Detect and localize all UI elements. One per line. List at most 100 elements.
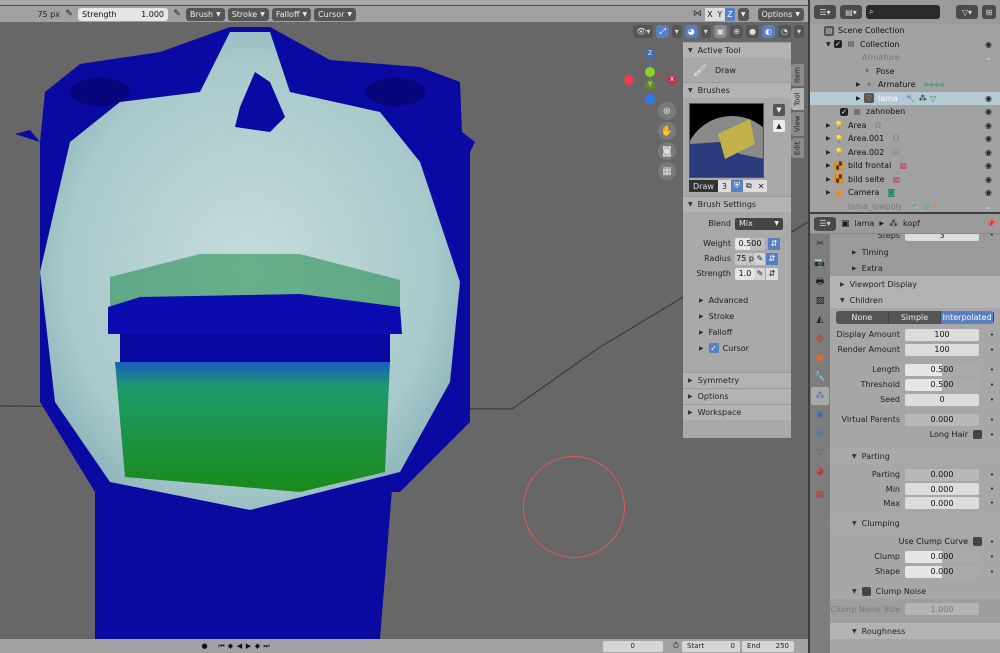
- outliner-row-lama-lowpoly[interactable]: ▽ lama_lowpoly 🔧 ▽ ✶ ⌄: [810, 200, 1000, 214]
- jump-end-icon[interactable]: ⏭: [262, 641, 271, 651]
- keyframe-dot[interactable]: •: [990, 553, 994, 561]
- strength-field[interactable]: Strength 1.000: [78, 7, 168, 21]
- visibility-eye-icon[interactable]: ◉: [985, 107, 992, 116]
- keyframe-dot[interactable]: •: [990, 568, 994, 576]
- blend-dropdown[interactable]: Mix ▼: [735, 217, 783, 230]
- active-tool-row[interactable]: 🖌 Draw: [683, 58, 791, 82]
- outliner-row-zahnoben[interactable]: ✓ ▤ zahnoben ◉: [810, 105, 1000, 119]
- clump-noise-subpanel[interactable]: ▼ Clump Noise: [830, 583, 1000, 599]
- parting-slider[interactable]: 0.000: [905, 468, 979, 481]
- next-keyframe-icon[interactable]: ◆: [253, 641, 262, 651]
- shading-solid[interactable]: ●: [746, 25, 760, 38]
- expand-arrow-icon[interactable]: ▶: [826, 149, 834, 156]
- subpanel-falloff[interactable]: ▶ Falloff: [683, 324, 791, 340]
- outliner-row-area-001[interactable]: ▶ 💡 Area.001 ⚇ ◉: [810, 132, 1000, 146]
- subpanel-cursor[interactable]: ▶ ✓ Cursor: [683, 340, 791, 356]
- shading-rendered[interactable]: ◔: [778, 25, 791, 38]
- expand-arrow-icon[interactable]: ▶: [856, 95, 864, 102]
- shading-material[interactable]: ◐: [762, 25, 775, 38]
- camera-icon[interactable]: ◙: [658, 142, 676, 160]
- parting-min-field[interactable]: 0.000: [905, 483, 979, 495]
- roughness-subpanel[interactable]: ▼ Roughness: [830, 623, 1000, 639]
- use-clump-curve-checkbox[interactable]: [973, 537, 982, 546]
- display-amount-field[interactable]: 100: [905, 328, 979, 341]
- options-header[interactable]: ▶ Options: [683, 388, 791, 404]
- navigation-gizmo[interactable]: Z X Y: [620, 47, 680, 107]
- steps-field[interactable]: 3: [905, 234, 979, 241]
- unlink-brush-icon[interactable]: ✕: [754, 180, 768, 192]
- strength-pressure-toggle[interactable]: ⇵: [766, 267, 778, 280]
- brush-menu[interactable]: Brush ▼: [186, 7, 225, 21]
- options-menu[interactable]: Options ▼: [757, 7, 804, 21]
- keyframe-dot[interactable]: •: [990, 416, 994, 424]
- chevron-down-icon[interactable]: ⌄: [985, 202, 992, 211]
- seed-field[interactable]: 0: [905, 393, 979, 406]
- visibility-eye-icon[interactable]: ◉: [985, 40, 992, 49]
- editor-type-menu[interactable]: ☰▾: [814, 216, 836, 231]
- gizmo-neg-x-axis[interactable]: [624, 75, 634, 85]
- outliner-search-input[interactable]: ⌕: [866, 5, 940, 19]
- symmetry-header[interactable]: ▶ Symmetry: [683, 372, 791, 388]
- tab-edit[interactable]: Edit: [791, 138, 804, 158]
- keyframe-dot[interactable]: •: [990, 471, 994, 479]
- outliner-row-scene-collection[interactable]: ▤ Scene Collection: [810, 24, 1000, 38]
- radius-field[interactable]: 75 p: [735, 252, 755, 265]
- record-icon[interactable]: ●: [200, 641, 209, 651]
- cursor-menu[interactable]: Cursor ▼: [314, 7, 357, 21]
- mirror-x-toggle[interactable]: X: [704, 7, 715, 21]
- tab-tool[interactable]: Tool: [791, 88, 804, 110]
- viewport-display-panel[interactable]: ▶ Viewport Display: [830, 276, 1000, 292]
- zoom-icon[interactable]: ⊕: [658, 102, 676, 120]
- fake-user-shield-icon[interactable]: ⛨: [731, 180, 743, 192]
- outliner-row-armature-data[interactable]: ▶ ✶ Armature ⟡⟡⟡⟡: [810, 78, 1000, 92]
- jump-start-icon[interactable]: ⏮: [217, 641, 226, 651]
- pan-hand-icon[interactable]: ✋: [658, 122, 676, 140]
- tab-world[interactable]: ◍: [811, 330, 829, 348]
- subpanel-advanced[interactable]: ▶ Advanced: [683, 293, 791, 308]
- clumping-subpanel[interactable]: ▼ Clumping: [830, 515, 1000, 531]
- render-amount-field[interactable]: 100: [905, 343, 979, 356]
- editor-type-menu[interactable]: ☰▾: [814, 5, 836, 19]
- current-frame-field[interactable]: 0: [602, 640, 663, 652]
- pen-pressure-icon[interactable]: ✎: [63, 8, 75, 20]
- keyframe-dot[interactable]: •: [990, 381, 994, 389]
- virtual-parents-slider[interactable]: 0.000: [905, 413, 979, 426]
- tab-physics[interactable]: ◉: [811, 406, 829, 424]
- children-mode-none[interactable]: None: [836, 311, 889, 324]
- tab-render[interactable]: 📷: [811, 254, 829, 272]
- gizmo-y-axis[interactable]: Y: [645, 80, 655, 90]
- subpanel-stroke[interactable]: ▶ Stroke: [683, 308, 791, 324]
- pen-pressure-icon[interactable]: ✎: [755, 252, 765, 265]
- outliner-row-collection[interactable]: ▼ ✓ ▤ Collection ◉: [810, 38, 1000, 52]
- radius-value[interactable]: 75 px: [4, 10, 60, 19]
- outliner-row-bild-frontal[interactable]: ▶ ▞ bild frontal ▩ ◉: [810, 159, 1000, 173]
- weight-pressure-toggle[interactable]: ⇵: [768, 237, 780, 250]
- overlays-dropdown[interactable]: ▾: [700, 25, 711, 38]
- exclude-checkbox[interactable]: ✓: [834, 40, 842, 49]
- tab-constraints[interactable]: ◎: [811, 425, 829, 443]
- clump-slider[interactable]: 0.000: [905, 550, 979, 563]
- parting-subpanel[interactable]: ▼ Parting: [830, 448, 1000, 464]
- visibility-eye-icon[interactable]: ◉: [985, 134, 992, 143]
- gizmo-dropdown[interactable]: ▾: [671, 25, 682, 38]
- mirror-y-toggle[interactable]: Y: [714, 7, 725, 21]
- brush-settings-header[interactable]: ▼ Brush Settings: [683, 196, 791, 212]
- visibility-eye-icon[interactable]: ◉: [985, 175, 992, 184]
- tab-scene[interactable]: ◭: [811, 311, 829, 329]
- pen-pressure-icon[interactable]: ✎: [755, 267, 765, 280]
- clump-noise-checkbox[interactable]: [861, 586, 871, 596]
- outliner-row-camera[interactable]: ▶ ◙ Camera ◙ ◉: [810, 186, 1000, 200]
- expand-arrow-icon[interactable]: ▶: [826, 135, 834, 142]
- mirror-dropdown[interactable]: ▼: [737, 7, 749, 21]
- xray-toggle[interactable]: ▣: [713, 25, 728, 38]
- keyframe-dot[interactable]: •: [990, 366, 994, 374]
- brush-name-field[interactable]: Draw: [689, 180, 718, 192]
- start-frame-field[interactable]: Start 0: [682, 640, 740, 652]
- exclude-checkbox[interactable]: ✓: [840, 107, 848, 116]
- 3d-viewport[interactable]: 👁▾ ⤢ ▾ ◕ ▾ ▣ ⊕ ● ◐ ◔ ▾ Z X Y ⊕ ✋ ◙ ▦ ▼ Ac…: [0, 22, 808, 639]
- children-panel-header[interactable]: ▼ Children: [830, 292, 1000, 308]
- tab-texture[interactable]: ▦: [811, 486, 829, 504]
- gizmo-z-axis[interactable]: Z: [645, 49, 655, 59]
- expand-arrow-icon[interactable]: ▶: [826, 176, 834, 183]
- active-tool-header[interactable]: ▼ Active Tool: [683, 42, 791, 58]
